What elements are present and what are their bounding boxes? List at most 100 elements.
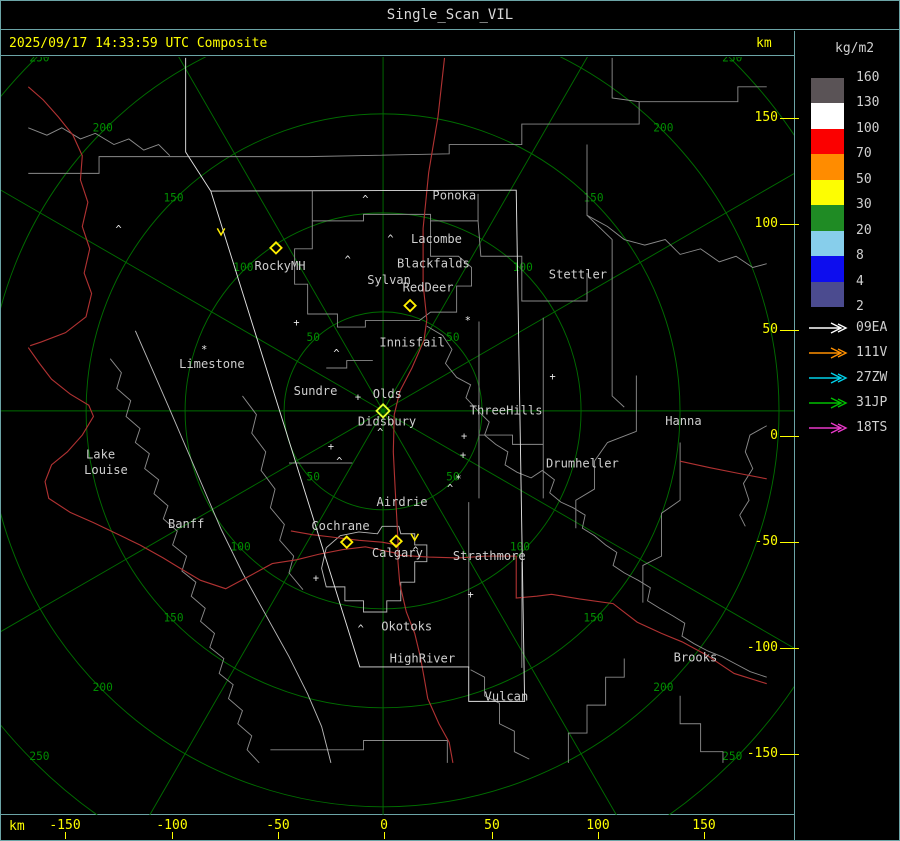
ring-distance-label: 150 <box>163 611 183 624</box>
town-marker-star: * <box>465 315 471 327</box>
colorbar-threshold-label: 2 <box>856 298 864 314</box>
town-marker-star: * <box>201 344 207 356</box>
boundary-line <box>270 740 448 763</box>
window-title: Single_Scan_VIL <box>386 7 514 23</box>
radar-id-label: 27ZW <box>856 370 888 385</box>
ring-distance-label: 200 <box>93 121 113 134</box>
town-marker-plus: + <box>461 431 467 443</box>
radar-app-window: Single_Scan_VIL 2025/09/17 14:33:59 UTC … <box>0 0 900 841</box>
city-label: Banff <box>168 517 204 531</box>
colorbar-threshold-label: 20 <box>856 222 872 238</box>
city-label: Hanna <box>665 414 701 428</box>
city-label: Okotoks <box>381 620 432 634</box>
colorbar-threshold-label: 30 <box>856 197 872 213</box>
radar-arrow-icon <box>809 322 848 334</box>
right-axis-tick-label: -150 <box>746 746 778 761</box>
bottom-axis-tick-label: -150 <box>49 818 81 833</box>
city-label: Drumheller <box>546 457 619 471</box>
city-label: Airdrie <box>377 495 428 509</box>
radar-map-canvas[interactable]: 50 50 50 50 100 100 100 100 150 150 150 150 200 200 20… <box>1 57 794 815</box>
town-marker-plus: + <box>460 449 466 461</box>
range-ring <box>1 57 780 808</box>
town-marker-caret: ^ <box>358 623 364 635</box>
bottom-axis-unit-label: km <box>9 819 25 834</box>
city-label: Olds <box>373 387 402 401</box>
bottom-axis-tick <box>65 832 66 839</box>
colorbar-swatch <box>811 128 844 155</box>
city-label: RockyMH <box>255 259 306 273</box>
boundary-line <box>321 525 428 613</box>
ring-distance-label: 250 <box>722 57 742 65</box>
city-label: Didsbury <box>358 415 416 429</box>
colorbar-swatch <box>811 256 844 282</box>
right-axis-tick <box>780 330 799 331</box>
right-axis-tick <box>780 224 799 225</box>
bottom-axis: km -150 -100 -50 0 50 100 150 <box>1 816 794 840</box>
town-marker-caret: ^ <box>387 233 393 245</box>
town-marker-caret: ^ <box>116 224 122 236</box>
ring-distance-label: 50 <box>307 471 320 484</box>
scan-timestamp: 2025/09/17 14:33:59 UTC Composite <box>9 36 268 51</box>
city-label: HighRiver <box>390 651 456 665</box>
boundary-line <box>426 325 767 678</box>
town-marker-caret: ^ <box>333 348 339 360</box>
boundary-line <box>326 360 373 369</box>
right-axis-tick-label: -50 <box>754 534 778 549</box>
ring-distance-label: 200 <box>653 121 673 134</box>
radar-id-label: 111V <box>856 345 888 360</box>
city-label: Sundre <box>294 384 338 398</box>
town-marker-plus: + <box>328 441 334 453</box>
colorbar-swatch <box>811 205 844 231</box>
boundary-line <box>470 669 530 760</box>
radar-arrow-icon <box>809 372 848 384</box>
radar-id-label: 18TS <box>856 420 888 435</box>
city-label: Vulcan <box>485 689 529 703</box>
colorbar-threshold-label: 70 <box>856 146 872 162</box>
bottom-axis-tick-label: 100 <box>586 818 610 833</box>
radar-arrow-icon <box>809 347 848 359</box>
header-bar: 2025/09/17 14:33:59 UTC Composite km <box>1 31 794 56</box>
right-axis-tick <box>780 754 799 755</box>
ring-distance-label: 150 <box>583 191 603 204</box>
colorbar-units-label: kg/m2 <box>835 41 875 56</box>
city-label: Innisfail <box>379 336 445 350</box>
radar-arrow-icon <box>809 422 848 434</box>
radar-id-label: 31JP <box>856 395 888 410</box>
colorbar-swatch <box>811 103 844 129</box>
right-axis-tick <box>780 648 799 649</box>
city-label: Brooks <box>674 650 718 664</box>
right-axis-tick <box>780 436 799 437</box>
ring-distance-label: 200 <box>93 681 113 694</box>
city-label: Limestone <box>179 357 245 371</box>
radar-arrow-31jp <box>807 396 851 410</box>
town-marker-caret: ^ <box>377 427 383 439</box>
right-axis-tick <box>780 542 799 543</box>
bottom-axis-tick <box>704 832 705 839</box>
colorbar-swatch <box>811 78 844 104</box>
radial-line <box>1 410 384 632</box>
highway-line <box>680 460 767 480</box>
colorbar-threshold-label: 130 <box>856 95 880 111</box>
city-label: Blackfalds <box>397 256 470 270</box>
ring-distance-label: 200 <box>653 681 673 694</box>
colorbar-threshold-label: 160 <box>856 70 880 85</box>
radar-id-label: 09EA <box>856 320 888 335</box>
radar-arrow-111v <box>807 346 851 360</box>
ring-distance-label: 250 <box>29 57 49 65</box>
town-marker-star: * <box>455 474 461 486</box>
right-axis-tick-label: 150 <box>754 110 778 125</box>
right-axis-unit-label: km <box>756 36 772 51</box>
radar-map-svg: 50 5050 50100 100100 100150 150150 150200 20020… <box>1 57 794 815</box>
colorbar-swatch <box>811 179 844 206</box>
town-marker-caret: ^ <box>413 545 419 557</box>
bottom-axis-tick-label: 50 <box>484 818 500 833</box>
city-label: Lacombe <box>411 232 462 246</box>
boundary-line <box>679 695 724 763</box>
colorbar-threshold-label: 100 <box>856 120 880 136</box>
city-label: Lake <box>86 447 115 461</box>
town-marker-caret: ^ <box>362 194 368 206</box>
ring-distance-label: 100 <box>513 261 533 274</box>
bottom-axis-tick <box>492 832 493 839</box>
town-marker-caret: ^ <box>447 483 453 495</box>
bottom-axis-tick-label: 0 <box>380 818 388 833</box>
